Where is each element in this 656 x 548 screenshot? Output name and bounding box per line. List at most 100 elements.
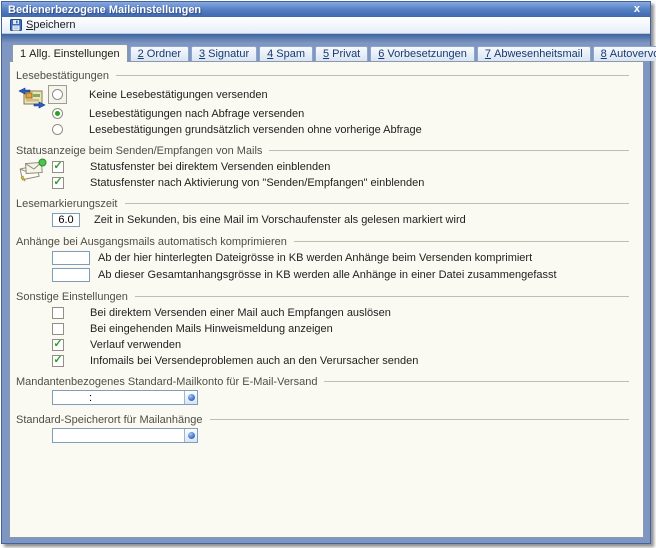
radio-label: Lesebestätigungen nach Abfrage versenden (89, 108, 304, 120)
save-button-label: Speichern (26, 19, 76, 31)
checkbox-statusfenster-direkt[interactable] (52, 161, 64, 173)
tab-number: 2 (138, 48, 144, 60)
window-title: Bedienerbezogene Maileinstellungen (8, 4, 630, 16)
checkbox-label: Verlauf verwenden (90, 339, 181, 351)
tab-number: 5 (323, 48, 329, 60)
tab-ordner[interactable]: 2Ordner (130, 46, 189, 61)
mail-exchange-icon (18, 85, 46, 111)
tab-number: 8 (601, 48, 607, 60)
section-statusanzeige: Statusanzeige beim Senden/Empfangen von … (16, 144, 635, 189)
tab-label: Spam (276, 48, 305, 60)
lookup-ball-icon[interactable] (184, 429, 197, 442)
title-bar[interactable]: Bedienerbezogene Maileinstellungen x (2, 2, 650, 17)
tab-allg-einstellungen[interactable]: 1Allg. Einstellungen (12, 44, 128, 62)
radio-label: Keine Lesebestätigungen versenden (89, 89, 268, 101)
section-title: Standard-Speicherort für Mailanhänge (16, 414, 203, 426)
section-title: Lesemarkierungszeit (16, 198, 118, 210)
save-button[interactable]: Speichern (6, 18, 80, 32)
section-divider (125, 203, 630, 204)
tab-label: Ordner (147, 48, 181, 60)
tab-number: 6 (378, 48, 384, 60)
gesamtanhangsgroesse-input[interactable] (52, 268, 90, 282)
field-label: Ab der hier hinterlegten Dateigrösse in … (98, 252, 532, 264)
checkbox-statusfenster-aktivierung[interactable] (52, 177, 64, 189)
section-title: Statusanzeige beim Senden/Empfangen von … (16, 145, 262, 157)
tab-number: 7 (485, 48, 491, 60)
tab-privat[interactable]: 5Privat (315, 46, 368, 61)
dateigroesse-input[interactable] (52, 251, 90, 265)
radio-row-grundsaetzlich: Lesebestätigungen grundsätzlich versende… (52, 123, 635, 136)
section-divider (116, 75, 629, 76)
checkbox-verlauf[interactable] (52, 339, 64, 351)
tab-abwesenheitsmail[interactable]: 7Abwesenheitsmail (477, 46, 591, 61)
tab-number: 4 (267, 48, 273, 60)
radio-nach-abfrage[interactable] (52, 108, 63, 119)
field-row-lesemarkierungszeit: Zeit in Sekunden, bis eine Mail im Vorsc… (52, 213, 635, 227)
checkbox-label: Statusfenster nach Aktivierung von "Send… (90, 177, 424, 189)
checkbox-hinweismeldung[interactable] (52, 323, 64, 335)
standard-mailkonto-input[interactable] (53, 391, 184, 404)
save-floppy-icon (10, 19, 22, 31)
section-standard-mailkonto: Mandantenbezogenes Standard-Mailkonto fü… (16, 375, 635, 405)
dialog-window: Bedienerbezogene Maileinstellungen x Spe… (1, 1, 651, 544)
section-divider (210, 419, 629, 420)
tab-label: Abwesenheitsmail (494, 48, 583, 60)
section-title: Sonstige Einstellungen (16, 291, 128, 303)
tab-label: Autovervollständigung (610, 48, 656, 60)
checkbox-label: Bei eingehenden Mails Hinweismeldung anz… (90, 323, 333, 335)
radio-keine-lesebestaetigungen[interactable] (52, 89, 63, 100)
tab-content-panel: Lesebestätigungen Keine Lesebestätigunge… (9, 61, 644, 538)
standard-speicherort-combo[interactable] (52, 428, 198, 443)
radio-row-keine-lesebestaetigungen: Keine Lesebestätigungen versenden (52, 85, 635, 104)
checkbox-row-statusfenster-direkt: Statusfenster bei direktem Versenden ein… (52, 160, 635, 173)
checkbox-row-empfangen-ausloesen: Bei direktem Versenden einer Mail auch E… (52, 306, 635, 319)
tab-vorbesetzungen[interactable]: 6Vorbesetzungen (370, 46, 475, 61)
mail-status-icon (18, 158, 48, 184)
section-lesebestaetigungen: Lesebestätigungen Keine Lesebestätigunge… (16, 69, 635, 136)
section-divider (135, 296, 629, 297)
tab-number: 3 (199, 48, 205, 60)
section-lesemarkierungszeit: Lesemarkierungszeit Zeit in Sekunden, bi… (16, 197, 635, 227)
section-sonstige-einstellungen: Sonstige Einstellungen Bei direktem Vers… (16, 290, 635, 367)
tab-signatur[interactable]: 3Signatur (191, 46, 257, 61)
focus-frame (48, 85, 67, 104)
field-label: Ab dieser Gesamtanhangsgrösse in KB werd… (98, 269, 557, 281)
checkbox-empfangen-ausloesen[interactable] (52, 307, 64, 319)
lesemarkierungszeit-input[interactable] (52, 213, 80, 227)
standard-mailkonto-combo[interactable] (52, 390, 198, 405)
section-title: Lesebestätigungen (16, 70, 109, 82)
tab-label: Vorbesetzungen (387, 48, 467, 60)
radio-label: Lesebestätigungen grundsätzlich versende… (89, 124, 422, 136)
checkbox-label: Bei direktem Versenden einer Mail auch E… (90, 307, 391, 319)
tab-number: 1 (20, 48, 26, 60)
radio-grundsaetzlich[interactable] (52, 124, 63, 135)
checkbox-row-infomails: Infomails bei Versendeproblemen auch an … (52, 354, 635, 367)
standard-speicherort-input[interactable] (53, 429, 184, 442)
section-divider (294, 241, 629, 242)
tab-label: Signatur (208, 48, 249, 60)
lookup-ball-icon[interactable] (184, 391, 197, 404)
section-anhaenge-komprimieren: Anhänge bei Ausgangsmails automatisch ko… (16, 235, 635, 282)
checkbox-row-statusfenster-aktivierung: Statusfenster nach Aktivierung von "Send… (52, 176, 635, 189)
checkbox-row-hinweismeldung: Bei eingehenden Mails Hinweismeldung anz… (52, 322, 635, 335)
tab-autovervollstaendigung[interactable]: 8Autovervollständigung (593, 46, 656, 61)
tab-label: Privat (332, 48, 360, 60)
tab-label: Allg. Einstellungen (29, 48, 120, 60)
section-title: Anhänge bei Ausgangsmails automatisch ko… (16, 236, 287, 248)
close-icon[interactable]: x (630, 3, 644, 16)
tab-spam[interactable]: 4Spam (259, 46, 313, 61)
frame-band (2, 34, 650, 43)
checkbox-infomails[interactable] (52, 355, 64, 367)
checkbox-row-verlauf: Verlauf verwenden (52, 338, 635, 351)
checkbox-label: Statusfenster bei direktem Versenden ein… (90, 161, 330, 173)
field-row-dateigroesse: Ab der hier hinterlegten Dateigrösse in … (52, 251, 635, 265)
section-title: Mandantenbezogenes Standard-Mailkonto fü… (16, 376, 317, 388)
section-divider (269, 150, 629, 151)
toolbar: Speichern (2, 17, 650, 34)
field-label: Zeit in Sekunden, bis eine Mail im Vorsc… (94, 214, 466, 226)
field-row-gesamtanhangsgroesse: Ab dieser Gesamtanhangsgrösse in KB werd… (52, 268, 635, 282)
tab-strip: 1Allg. Einstellungen 2Ordner 3Signatur 4… (9, 43, 644, 61)
section-standard-speicherort: Standard-Speicherort für Mailanhänge (16, 413, 635, 443)
checkbox-label: Infomails bei Versendeproblemen auch an … (90, 355, 418, 367)
section-divider (324, 381, 629, 382)
